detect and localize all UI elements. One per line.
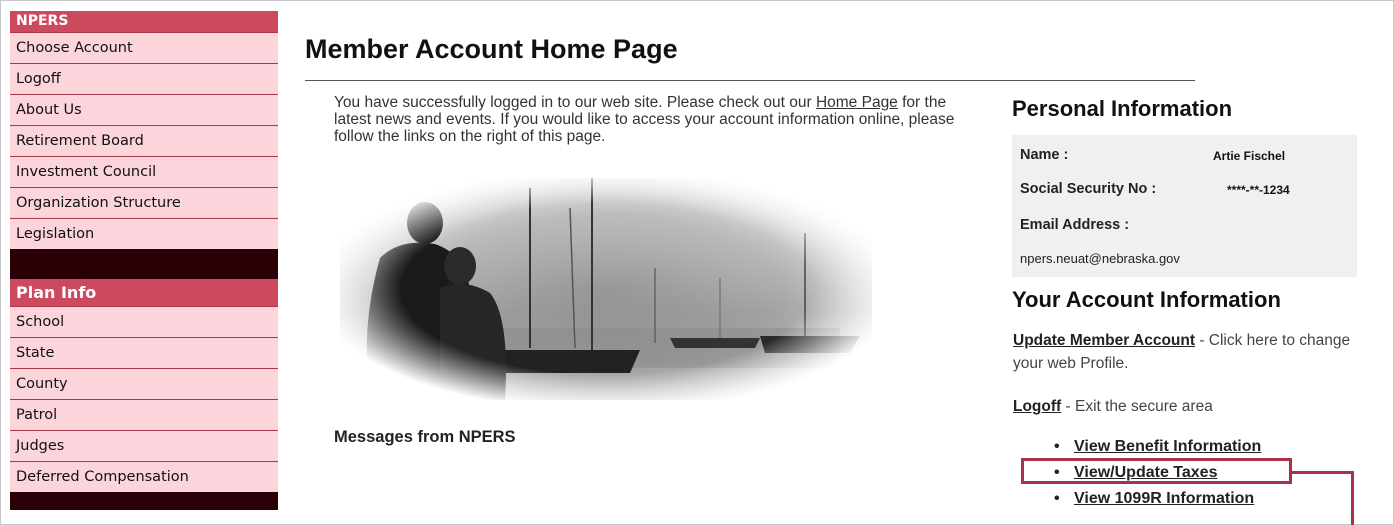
list-item: View Benefit Information (1050, 434, 1261, 460)
sidebar-nav: NPERS Choose Account Logoff About Us Ret… (10, 11, 278, 510)
email-value: npers.neuat@nebraska.gov (1020, 251, 1180, 266)
personal-info-box: Name : Artie Fischel Social Security No … (1012, 135, 1357, 277)
sidebar-item-organization-structure[interactable]: Organization Structure (10, 187, 278, 218)
account-info-heading: Your Account Information (1012, 287, 1281, 312)
logoff-link[interactable]: Logoff (1013, 398, 1061, 415)
list-item: View 1099R Information (1050, 486, 1261, 512)
view-benefit-information-link[interactable]: View Benefit Information (1074, 438, 1261, 455)
sidebar-item-legislation[interactable]: Legislation (10, 218, 278, 249)
sidebar-item-school[interactable]: School (10, 306, 278, 337)
home-page-link[interactable]: Home Page (816, 94, 898, 111)
name-label: Name : (1020, 147, 1069, 163)
logoff-text: Logoff - Exit the secure area (1013, 395, 1363, 418)
messages-heading: Messages from NPERS (334, 428, 516, 446)
sidebar-footer (10, 492, 278, 510)
personal-info-heading: Personal Information (1012, 96, 1233, 121)
sidebar-item-state[interactable]: State (10, 337, 278, 368)
update-member-account-link[interactable]: Update Member Account (1013, 332, 1195, 349)
ssn-label: Social Security No : (1020, 181, 1157, 197)
page-title: Member Account Home Page (305, 34, 678, 64)
name-value: Artie Fischel (1213, 149, 1286, 163)
intro-text-before: You have successfully logged in to our w… (334, 94, 812, 111)
intro-paragraph: You have successfully logged in to our w… (334, 94, 964, 145)
sidebar-item-retirement-board[interactable]: Retirement Board (10, 125, 278, 156)
sidebar-item-judges[interactable]: Judges (10, 430, 278, 461)
sidebar-item-deferred-compensation[interactable]: Deferred Compensation (10, 461, 278, 492)
logoff-desc: - Exit the secure area (1065, 398, 1213, 415)
sidebar-item-county[interactable]: County (10, 368, 278, 399)
email-label: Email Address : (1020, 217, 1130, 233)
callout-line-horizontal (1292, 471, 1354, 474)
harbor-photo (340, 178, 872, 400)
sidebar-divider (10, 249, 278, 279)
sidebar-item-about-us[interactable]: About Us (10, 94, 278, 125)
callout-line-vertical (1351, 471, 1354, 525)
sidebar-section-title-npers: NPERS (10, 11, 278, 32)
view-1099r-information-link[interactable]: View 1099R Information (1074, 490, 1254, 507)
sidebar-section-title-plan-info: Plan Info (10, 279, 278, 306)
update-account-text: Update Member Account - Click here to ch… (1013, 329, 1363, 375)
sidebar-item-patrol[interactable]: Patrol (10, 399, 278, 430)
sidebar-item-choose-account[interactable]: Choose Account (10, 32, 278, 63)
title-divider (305, 80, 1195, 81)
sidebar-item-logoff[interactable]: Logoff (10, 63, 278, 94)
ssn-value: ****-**-1234 (1227, 183, 1290, 197)
highlight-box (1021, 458, 1292, 484)
sidebar-item-investment-council[interactable]: Investment Council (10, 156, 278, 187)
